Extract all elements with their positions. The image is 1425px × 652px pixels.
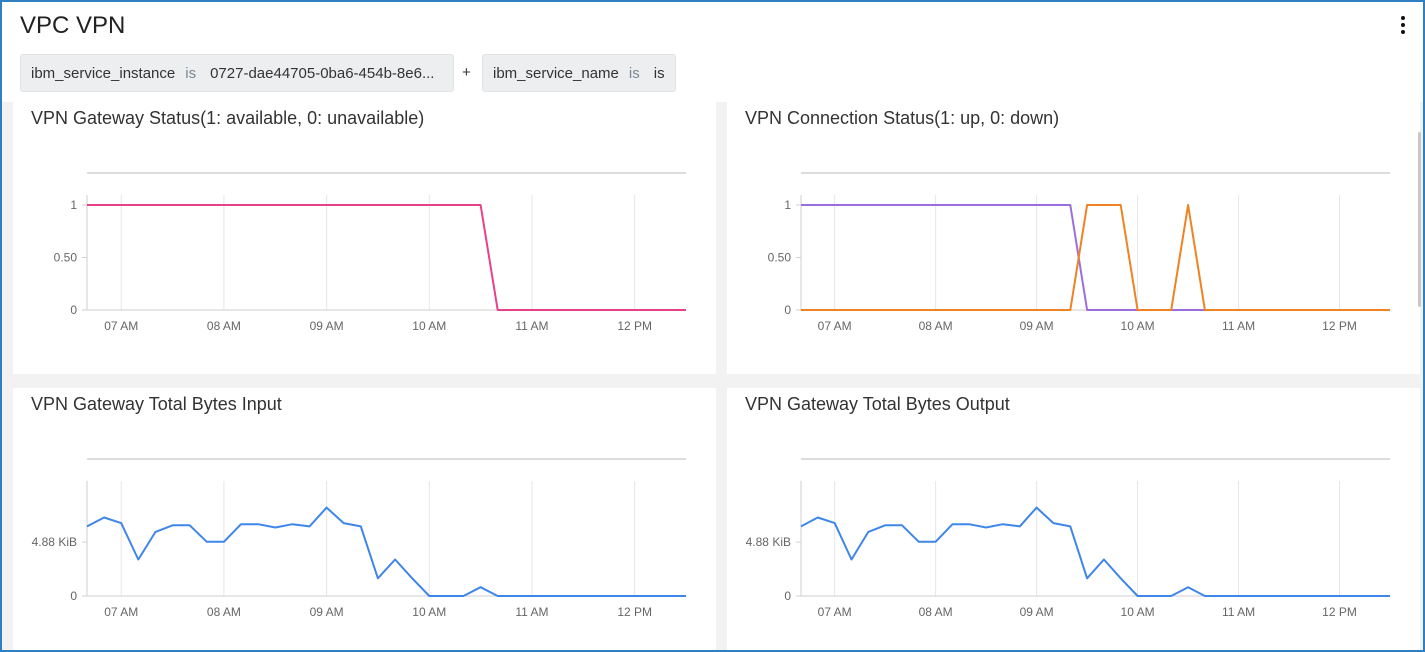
y-tick-label: 0: [70, 303, 77, 317]
y-tick-label: 4.88 KiB: [32, 535, 77, 549]
chart-connection-status: 07 AM 08 AM 09 AM 10 AM 11 AM 12 PM 0 0.50 1: [768, 172, 1390, 333]
y-tick-label: 0: [784, 589, 791, 603]
x-tick-label: 12 PM: [617, 319, 652, 333]
filter-operator: is: [628, 64, 640, 82]
x-tick-label: 11 AM: [515, 605, 548, 619]
x-tick-label: 12 PM: [1322, 319, 1357, 333]
chart-bytes-output: 07 AM 08 AM 09 AM 10 AM 11 AM 12 PM 0 4.88 KiB: [746, 458, 1390, 619]
dashboard-header: VPC VPN ibm_service_instance is 0727-dae…: [2, 2, 1423, 102]
filter-chip-service-name[interactable]: ibm_service_name is is: [482, 54, 676, 92]
series-line-0: [801, 204, 1390, 311]
x-tick-label: 10 AM: [1121, 605, 1155, 619]
x-tick-label: 08 AM: [207, 319, 241, 333]
x-tick-label: 09 AM: [1020, 605, 1054, 619]
chart-panel-bytes-input: VPN Gateway Total Bytes Input 07 AM 08 AM…: [13, 388, 716, 650]
series-line-1: [801, 204, 1390, 311]
x-tick-label: 11 AM: [1222, 319, 1255, 333]
x-tick-label: 08 AM: [207, 605, 241, 619]
x-tick-label: 10 AM: [1121, 319, 1155, 333]
x-tick-label: 10 AM: [412, 605, 446, 619]
chart-gateway-status: 07 AM 08 AM 09 AM 10 AM 11 AM 12 PM 0 0.50 1: [54, 172, 686, 333]
y-tick-label: 0.50: [54, 251, 78, 265]
x-tick-label: 11 AM: [1222, 605, 1255, 619]
filter-chip-service-instance[interactable]: ibm_service_instance is 0727-dae44705-0b…: [20, 54, 454, 92]
filter-value: is: [653, 64, 665, 82]
y-tick-label: 4.88 KiB: [746, 535, 791, 549]
dashboard-frame: VPC VPN ibm_service_instance is 0727-dae…: [0, 0, 1425, 652]
y-tick-label: 1: [70, 198, 77, 212]
x-tick-label: 09 AM: [1020, 319, 1054, 333]
x-tick-label: 07 AM: [818, 605, 852, 619]
y-tick-label: 0: [784, 303, 791, 317]
filter-key: ibm_service_name: [493, 64, 619, 82]
series-line-0: [86, 506, 686, 597]
add-filter-button[interactable]: +: [462, 64, 471, 81]
x-tick-label: 07 AM: [104, 605, 138, 619]
x-tick-label: 07 AM: [104, 319, 138, 333]
series-line-0: [800, 506, 1390, 597]
x-tick-label: 09 AM: [310, 605, 344, 619]
x-tick-label: 12 PM: [1322, 605, 1357, 619]
page-title: VPC VPN: [20, 12, 126, 39]
y-tick-label: 1: [784, 198, 791, 212]
x-tick-label: 07 AM: [818, 319, 852, 333]
scrollbar[interactable]: [1418, 132, 1421, 307]
filter-value: 0727-dae44705-0ba6-454b-8e6...: [210, 64, 435, 82]
x-tick-label: 10 AM: [412, 319, 446, 333]
chart-bytes-input: 07 AM 08 AM 09 AM 10 AM 11 AM 12 PM 0 4.88 KiB: [32, 458, 686, 619]
x-tick-label: 09 AM: [310, 319, 344, 333]
x-tick-label: 12 PM: [617, 605, 652, 619]
chart-panel-gateway-status: VPN Gateway Status(1: available, 0: unav…: [13, 102, 716, 374]
filter-key: ibm_service_instance: [31, 64, 176, 82]
y-tick-label: 0.50: [768, 251, 792, 265]
x-tick-label: 11 AM: [515, 319, 548, 333]
series-line-0: [87, 204, 686, 311]
x-tick-label: 08 AM: [919, 319, 953, 333]
x-tick-label: 08 AM: [919, 605, 953, 619]
y-tick-label: 0: [70, 589, 77, 603]
chart-panel-bytes-output: VPN Gateway Total Bytes Output 07 AM 08 A…: [727, 388, 1420, 650]
chart-panel-connection-status: VPN Connection Status(1: up, 0: down) 07…: [727, 102, 1420, 374]
more-options-icon[interactable]: [1397, 16, 1409, 38]
filter-operator: is: [185, 64, 197, 82]
